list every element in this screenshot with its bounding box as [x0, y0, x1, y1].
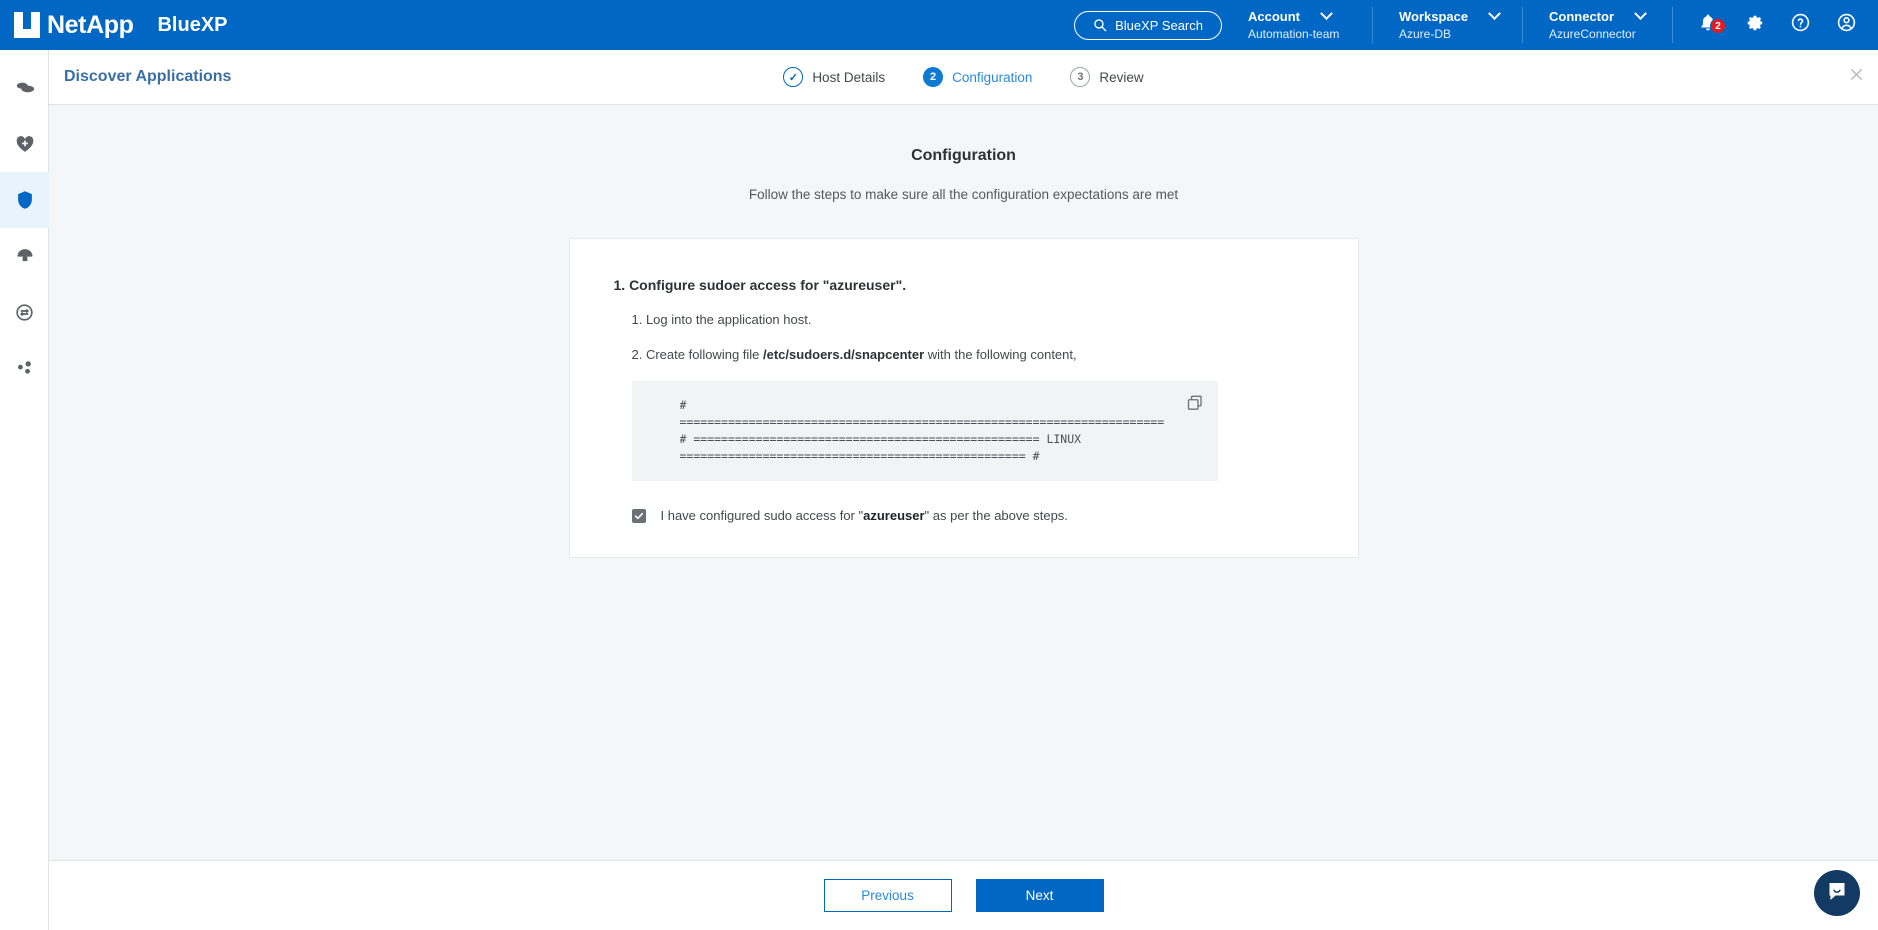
- top-navigation-bar: NetApp BlueXP BlueXP Search Account Auto…: [0, 0, 1878, 50]
- step-host-details[interactable]: ✓ Host Details: [783, 67, 885, 87]
- wizard-content-area: Configuration Follow the steps to make s…: [49, 105, 1878, 860]
- close-icon: [1849, 68, 1864, 86]
- connector-selector-top: Connector: [1549, 6, 1650, 24]
- step-review-label: Review: [1099, 69, 1144, 85]
- canvas-icon: [14, 77, 36, 99]
- netapp-wordmark: NetApp: [47, 10, 134, 39]
- chevron-down-icon: [1634, 6, 1647, 20]
- gear-icon: [1744, 13, 1764, 38]
- extensions-icon: [14, 357, 36, 379]
- context-selectors: Account Automation-team Workspace Azure-…: [1222, 0, 1672, 50]
- sudo-confirm-checkbox[interactable]: [631, 508, 646, 523]
- protection-shield-icon: [14, 189, 36, 211]
- step-configuration-label: Configuration: [952, 69, 1033, 85]
- account-selector-label: Account: [1248, 8, 1300, 24]
- workspace-selector[interactable]: Workspace Azure-DB: [1372, 6, 1522, 43]
- settings-button[interactable]: [1744, 13, 1764, 38]
- configuration-subheading: Follow the steps to make sure all the co…: [748, 187, 1179, 202]
- notifications-button[interactable]: 2: [1699, 13, 1726, 37]
- account-selector-value: Automation-team: [1248, 26, 1340, 41]
- sudo-confirm-row: I have configured sudo access for "azure…: [631, 508, 1314, 523]
- previous-button[interactable]: Previous: [823, 879, 952, 912]
- close-wizard-button[interactable]: [1849, 67, 1864, 87]
- notification-count-badge: 2: [1710, 18, 1726, 34]
- sudoers-file-path: /etc/sudoers.d/snapcenter: [763, 347, 925, 362]
- sidebar-item-canvas[interactable]: [0, 60, 49, 116]
- workspace-selector-value: Azure-DB: [1399, 26, 1452, 41]
- topbar-right-cluster: BlueXP Search Account Automation-team Wo…: [1074, 0, 1878, 50]
- account-selector[interactable]: Account Automation-team: [1222, 6, 1372, 43]
- configuration-card: 1. Configure sudoer access for "azureuse…: [568, 238, 1359, 558]
- sidebar-item-mobility[interactable]: [0, 284, 49, 340]
- sidebar-item-governance[interactable]: [0, 228, 49, 284]
- health-icon: [14, 133, 36, 155]
- topbar-icon-group: 2: [1672, 7, 1878, 43]
- step-review-marker: 3: [1070, 67, 1091, 87]
- page-title: Discover Applications: [64, 68, 232, 85]
- wizard-footer: Previous Next: [49, 860, 1878, 930]
- search-icon: [1093, 18, 1107, 32]
- account-selector-top: Account: [1248, 6, 1350, 24]
- substep-create-file-suffix: with the following content,: [924, 347, 1077, 362]
- step-one-title: 1. Configure sudoer access for "azureuse…: [613, 277, 907, 293]
- substep-create-file-prefix: 2. Create following file: [631, 347, 764, 362]
- sudoers-code-text: # ======================================…: [679, 398, 1165, 463]
- copy-code-button[interactable]: [1186, 394, 1204, 417]
- sudo-confirm-prefix: I have configured sudo access for ": [660, 508, 864, 523]
- step-configuration[interactable]: 2 Configuration: [923, 67, 1032, 87]
- left-sidebar-rail: [0, 50, 49, 930]
- netapp-logo[interactable]: NetApp: [14, 10, 134, 40]
- governance-icon: [14, 245, 36, 267]
- connector-selector[interactable]: Connector AzureConnector: [1522, 6, 1672, 43]
- sidebar-item-extensions[interactable]: [0, 340, 49, 396]
- bluexp-search-button[interactable]: BlueXP Search: [1074, 10, 1222, 40]
- step-review[interactable]: 3 Review: [1070, 67, 1144, 87]
- netapp-logo-icon: [14, 12, 40, 38]
- next-button[interactable]: Next: [975, 879, 1104, 912]
- step-host-details-label: Host Details: [812, 69, 886, 85]
- sudo-confirm-user: azureuser: [863, 508, 925, 523]
- substep-create-file: 2. Create following file /etc/sudoers.d/…: [632, 346, 1314, 363]
- connector-selector-value: AzureConnector: [1549, 26, 1636, 41]
- workspace-selector-top: Workspace: [1399, 6, 1502, 24]
- chat-support-button[interactable]: [1814, 870, 1860, 916]
- sidebar-item-protection[interactable]: [0, 172, 49, 228]
- mobility-icon: [14, 302, 35, 323]
- help-icon: [1791, 13, 1810, 37]
- wizard-stepper: ✓ Host Details 2 Configuration 3 Review: [49, 67, 1878, 87]
- help-button[interactable]: [1791, 13, 1810, 37]
- substep-list: 1. Log into the application host. 2. Cre…: [632, 311, 1314, 363]
- sudoers-code-block: # ======================================…: [631, 381, 1218, 481]
- connector-selector-label: Connector: [1549, 8, 1614, 24]
- user-icon: [1837, 13, 1856, 37]
- brand-block: NetApp BlueXP: [0, 11, 228, 40]
- chevron-down-icon: [1488, 6, 1502, 20]
- bluexp-search-label: BlueXP Search: [1115, 17, 1203, 33]
- copy-icon: [1186, 395, 1204, 416]
- sudo-confirm-label: I have configured sudo access for "azure…: [661, 508, 1068, 523]
- substep-login: 1. Log into the application host.: [631, 312, 812, 327]
- page-header: Discover Applications ✓ Host Details 2 C…: [49, 50, 1878, 105]
- workspace-selector-label: Workspace: [1399, 8, 1469, 24]
- configuration-heading: Configuration: [911, 147, 1016, 164]
- chat-bubble-icon: [1825, 879, 1849, 908]
- sidebar-item-health[interactable]: [0, 116, 49, 172]
- user-account-button[interactable]: [1837, 13, 1856, 37]
- step-host-details-marker: ✓: [783, 67, 804, 87]
- product-name: BlueXP: [157, 13, 228, 36]
- step-configuration-marker: 2: [923, 67, 944, 87]
- chevron-down-icon: [1320, 6, 1333, 20]
- sudo-confirm-suffix: " as per the above steps.: [924, 508, 1068, 523]
